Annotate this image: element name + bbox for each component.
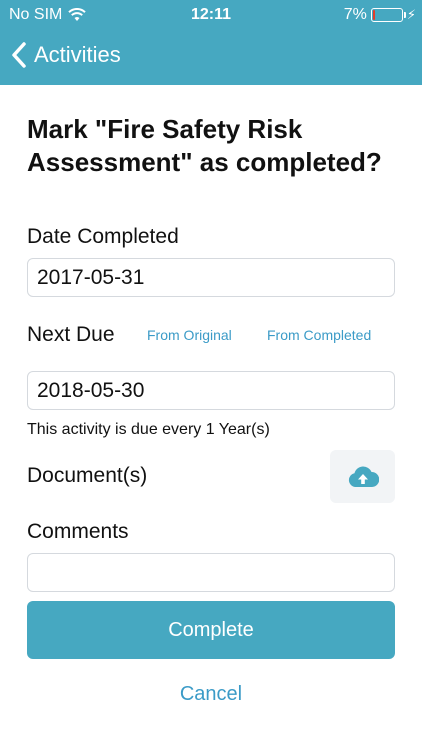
bolt-icon: ⚡ [406,7,416,22]
navigation-header: No SIM 12:11 7% ⚡ Activities [0,0,422,85]
battery-level-fill [372,10,375,20]
next-due-label: Next Due [27,323,115,346]
back-button-label: Activities [34,42,121,67]
documents-label: Document(s) [27,464,148,487]
due-frequency-hint: This activity is due every 1 Year(s) [27,421,270,438]
comments-field[interactable] [27,553,395,592]
from-original-link[interactable]: From Original [147,327,232,343]
cancel-button[interactable]: Cancel [0,683,422,706]
from-completed-link[interactable]: From Completed [267,327,371,343]
page-title: Mark "Fire Safety Risk Assessment" as co… [27,114,382,177]
date-completed-field[interactable] [27,258,395,297]
date-completed-label: Date Completed [27,225,179,248]
chevron-left-icon [12,42,26,68]
battery-icon [370,8,406,22]
complete-button[interactable]: Complete [27,601,395,659]
comments-label: Comments [27,520,129,543]
upload-document-button[interactable] [330,450,395,503]
back-button[interactable]: Activities [10,38,121,72]
battery-percent: 7% [343,6,367,23]
status-bar: No SIM 12:11 7% ⚡ [0,0,422,30]
next-due-field[interactable] [27,371,395,410]
cloud-upload-icon [348,466,379,487]
battery-indicator: 7% ⚡ [344,6,416,24]
